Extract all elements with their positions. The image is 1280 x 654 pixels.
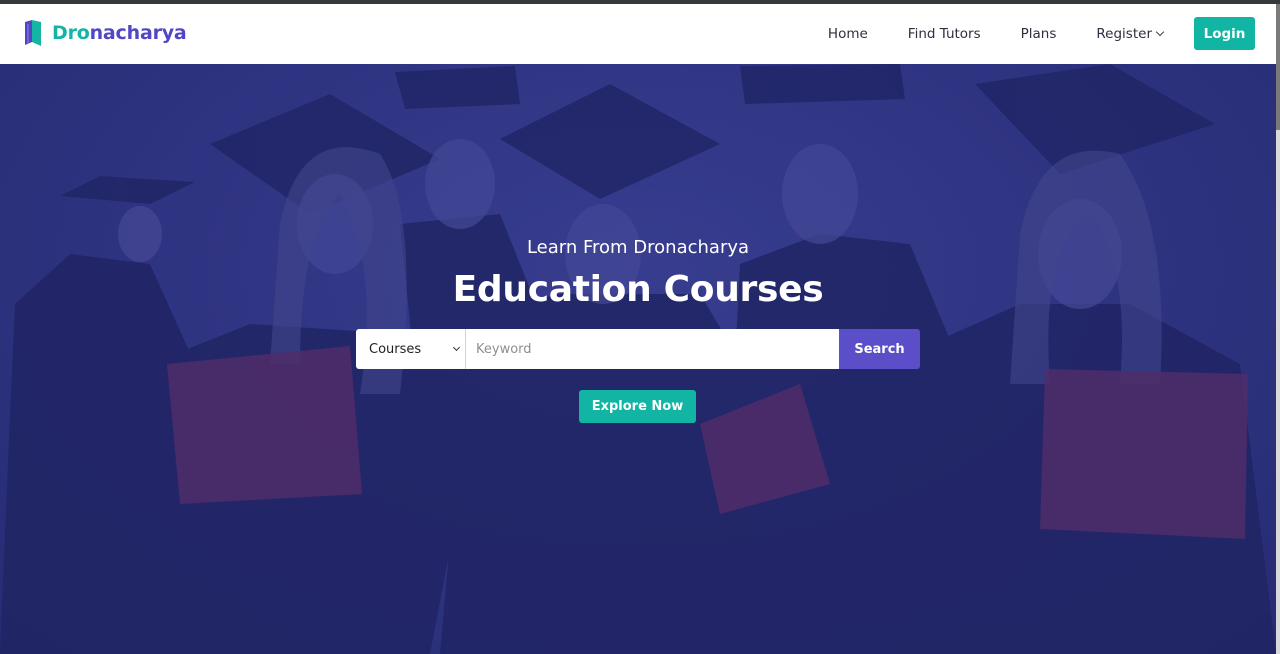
explore-now-button[interactable]: Explore Now [579, 390, 696, 423]
category-select[interactable]: Courses [356, 329, 466, 369]
chevron-down-icon [1155, 27, 1165, 36]
site-header: Dronacharya Home Find Tutors Plans Regis… [0, 4, 1276, 64]
brand-logo-link[interactable]: Dronacharya [22, 19, 187, 47]
hero-section: Learn From Dronacharya Education Courses… [0, 64, 1276, 654]
keyword-input[interactable] [466, 329, 839, 369]
hero-kicker: Learn From Dronacharya [526, 237, 750, 258]
chevron-down-icon [452, 343, 461, 352]
nav-home[interactable]: Home [828, 26, 868, 42]
nav-plans[interactable]: Plans [1021, 26, 1057, 42]
nav-find-tutors[interactable]: Find Tutors [908, 26, 981, 42]
hero-title: Education Courses [452, 269, 824, 310]
nav-register-label: Register [1096, 25, 1152, 42]
brand-name-part2: nacharya [89, 22, 187, 44]
book-logo-icon [25, 20, 41, 46]
hero-content: Learn From Dronacharya Education Courses… [0, 64, 1276, 654]
login-button[interactable]: Login [1194, 17, 1255, 50]
search-button[interactable]: Search [839, 329, 920, 369]
scrollbar-thumb[interactable] [1276, 4, 1280, 130]
page-scrollbar[interactable] [1276, 4, 1280, 654]
brand-name-part1: Dro [52, 22, 90, 44]
brand-name: Dronacharya [52, 22, 187, 44]
category-select-value: Courses [369, 341, 422, 357]
main-nav: Home Find Tutors Plans Register Login [828, 17, 1255, 50]
nav-register-dropdown[interactable]: Register [1096, 25, 1165, 42]
course-search-form: Courses Search [356, 329, 920, 369]
